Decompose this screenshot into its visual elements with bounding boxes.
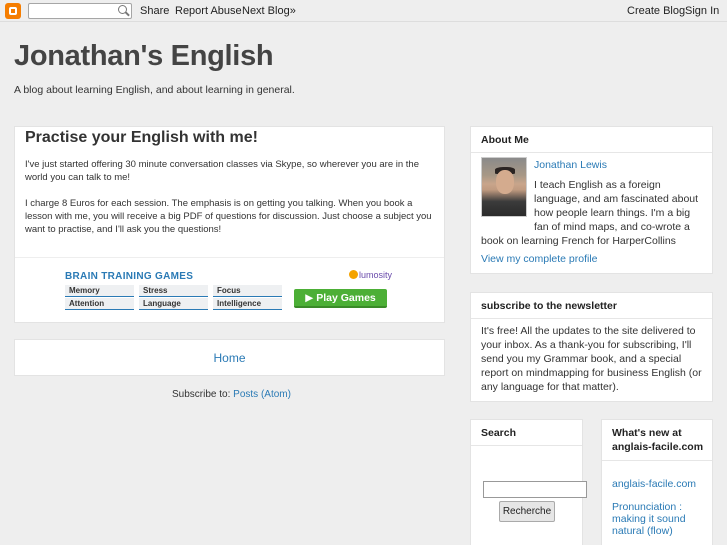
newsletter-line: your inbox. As a thank-you for subscribi… <box>481 339 692 351</box>
widget-divider <box>471 152 712 153</box>
post-title[interactable]: Practise your English with me! <box>25 129 258 147</box>
post-paragraph: I charge 8 Euros for each session. The e… <box>25 198 432 235</box>
lumosity-logo-icon <box>349 270 358 279</box>
subscribe-label: Subscribe to: <box>172 389 231 400</box>
about-bio-line: fan of mind maps, and co-wrote a <box>534 221 690 233</box>
newsletter-line: any language for that matter). <box>481 381 619 393</box>
next-blog-link[interactable]: Next Blog» <box>242 5 296 17</box>
recherche-button[interactable]: Recherche <box>499 501 555 522</box>
whats-new-heading-1: What's new at <box>612 427 682 439</box>
about-me-widget: About Me Jonathan Lewis I teach English … <box>470 126 713 274</box>
sign-in-link[interactable]: Sign In <box>685 5 719 17</box>
create-blog-link[interactable]: Create Blog <box>627 5 685 17</box>
pronunciation-link-line[interactable]: making it sound <box>612 513 686 525</box>
widget-divider <box>471 318 712 319</box>
post: Practise your English with me! I've just… <box>14 126 445 323</box>
anglais-facile-link[interactable]: anglais-facile.com <box>612 478 696 490</box>
ad-logo-text: lumosity <box>359 270 393 280</box>
posts-atom-link[interactable]: Posts (Atom) <box>233 389 291 400</box>
ad-cell-attention: Attention <box>65 298 134 310</box>
newsletter-heading: subscribe to the newsletter <box>481 300 617 312</box>
ad-cell-focus: Focus <box>213 285 282 297</box>
newsletter-line: send you my Grammar book, and a special <box>481 353 682 365</box>
post-divider <box>15 257 444 258</box>
sidebar-search-input[interactable] <box>483 481 587 498</box>
about-bio-line: language, and am fascinated about <box>534 193 699 205</box>
avatar-face <box>496 170 514 194</box>
view-profile-link[interactable]: View my complete profile <box>481 253 598 265</box>
whats-new-widget: What's new at anglais-facile.com anglais… <box>601 419 713 545</box>
report-abuse-link[interactable]: Report Abuse <box>175 5 242 17</box>
blogger-navbar: Share Report Abuse Next Blog» Create Blo… <box>0 0 727 22</box>
widget-divider <box>471 445 582 446</box>
blog-description: A blog about learning English, and about… <box>14 84 295 96</box>
brain-training-ad[interactable]: BRAIN TRAINING GAMES lumosity Memory Str… <box>63 268 403 314</box>
pronunciation-link-line[interactable]: Pronunciation : <box>612 501 682 513</box>
ad-cell-intelligence: Intelligence <box>213 298 282 310</box>
home-link[interactable]: Home <box>213 351 245 365</box>
about-me-heading: About Me <box>481 134 529 146</box>
play-icon: ▶ <box>305 292 317 304</box>
share-link[interactable]: Share <box>140 5 169 17</box>
newsletter-line: It's free! All the updates to the site d… <box>481 325 696 337</box>
author-name-link[interactable]: Jonathan Lewis <box>534 159 607 171</box>
navbar-search-input[interactable] <box>28 3 132 19</box>
about-bio-line: I teach English as a foreign <box>534 179 661 191</box>
newsletter-widget: subscribe to the newsletter It's free! A… <box>470 292 713 402</box>
play-games-label: Play Games <box>316 292 376 304</box>
blogger-logo-icon[interactable] <box>5 3 21 19</box>
ad-cell-stress: Stress <box>139 285 208 297</box>
search-icon[interactable] <box>118 5 127 14</box>
home-box: Home <box>14 339 445 376</box>
pronunciation-link-line[interactable]: natural (flow) <box>612 525 673 537</box>
lumosity-logo: lumosity <box>349 270 392 280</box>
subscribe-to: Subscribe to: Posts (Atom) <box>172 389 291 400</box>
blog-title[interactable]: Jonathan's English <box>14 40 274 73</box>
widget-divider <box>602 460 712 461</box>
about-bio-line: book on learning French for HarperCollin… <box>481 235 676 247</box>
ad-title: BRAIN TRAINING GAMES <box>65 271 194 282</box>
avatar[interactable] <box>481 157 527 217</box>
ad-cell-memory: Memory <box>65 285 134 297</box>
ad-cell-language: Language <box>139 298 208 310</box>
whats-new-heading-2: anglais-facile.com <box>612 441 704 453</box>
newsletter-line: report on mindmapping for business Engli… <box>481 367 702 379</box>
about-bio-line: how people learn things. I'm a big <box>534 207 691 219</box>
play-games-button[interactable]: ▶ Play Games <box>294 289 387 308</box>
post-paragraph: I've just started offering 30 minute con… <box>25 159 419 183</box>
search-widget: Search Recherche <box>470 419 587 545</box>
search-heading: Search <box>481 427 517 439</box>
